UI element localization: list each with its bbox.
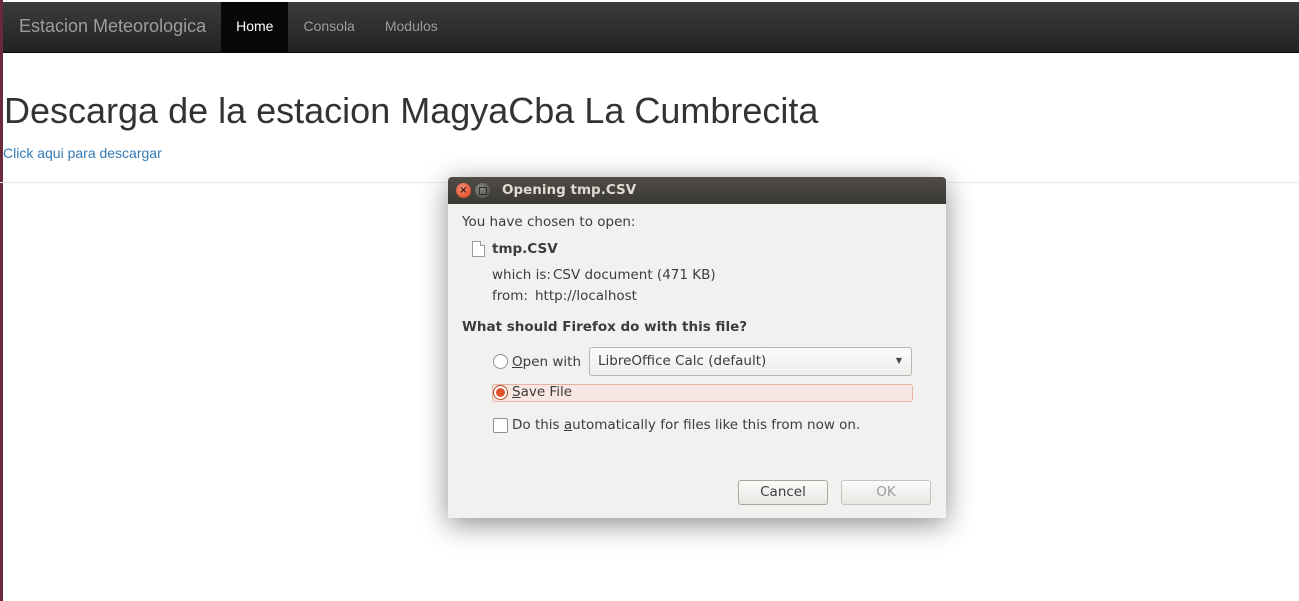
auto-label[interactable]: Do this automatically for files like thi… (512, 417, 860, 433)
ok-button[interactable]: OK (841, 480, 931, 505)
open-with-label[interactable]: Open with (512, 354, 581, 370)
which-is-value: CSV document (471 KB) (553, 267, 716, 283)
question-text: What should Firefox do with this file? (462, 319, 748, 335)
navbar: Estacion Meteorologica Home Consola Modu… (3, 2, 1299, 53)
file-name: tmp.CSV (492, 241, 558, 257)
dialog-title: Opening tmp.CSV (502, 182, 637, 198)
window-edge (0, 0, 3, 601)
open-with-label-text: pen with (522, 354, 582, 370)
save-file-label[interactable]: Save File (512, 384, 572, 400)
dialog-titlebar[interactable]: × Opening tmp.CSV (448, 177, 946, 204)
chevron-down-icon: ▼ (895, 356, 902, 365)
nav-item-consola[interactable]: Consola (288, 2, 369, 52)
save-file-accel: S (512, 384, 521, 400)
auto-checkbox[interactable] (493, 418, 508, 433)
cancel-button[interactable]: Cancel (738, 480, 828, 505)
open-with-radio[interactable] (493, 354, 508, 369)
navbar-brand[interactable]: Estacion Meteorologica (3, 2, 221, 52)
close-icon[interactable]: × (456, 183, 471, 198)
page-title: Descarga de la estacion MagyaCba La Cumb… (4, 90, 819, 131)
open-with-app-value: LibreOffice Calc (default) (598, 353, 767, 369)
document-icon (472, 241, 485, 257)
auto-label-accel: a (563, 417, 573, 433)
maximize-icon[interactable] (475, 183, 490, 198)
nav-item-home[interactable]: Home (221, 2, 289, 52)
from-label: from: (492, 288, 528, 304)
chosen-text: You have chosen to open: (462, 214, 636, 230)
save-file-radio[interactable] (493, 385, 508, 400)
file-open-dialog: × Opening tmp.CSV You have chosen to ope… (448, 177, 946, 518)
auto-label-pre: Do this (512, 417, 564, 433)
open-with-app-select[interactable]: LibreOffice Calc (default) ▼ (589, 347, 912, 376)
auto-label-post: utomatically for files like this from no… (572, 417, 861, 433)
open-with-accel: O (512, 354, 523, 370)
download-link[interactable]: Click aqui para descargar (3, 145, 162, 161)
nav-item-modulos[interactable]: Modulos (370, 2, 453, 52)
which-is-label: which is: (492, 267, 551, 283)
save-file-label-text: ave File (520, 384, 573, 400)
from-value: http://localhost (535, 288, 637, 304)
